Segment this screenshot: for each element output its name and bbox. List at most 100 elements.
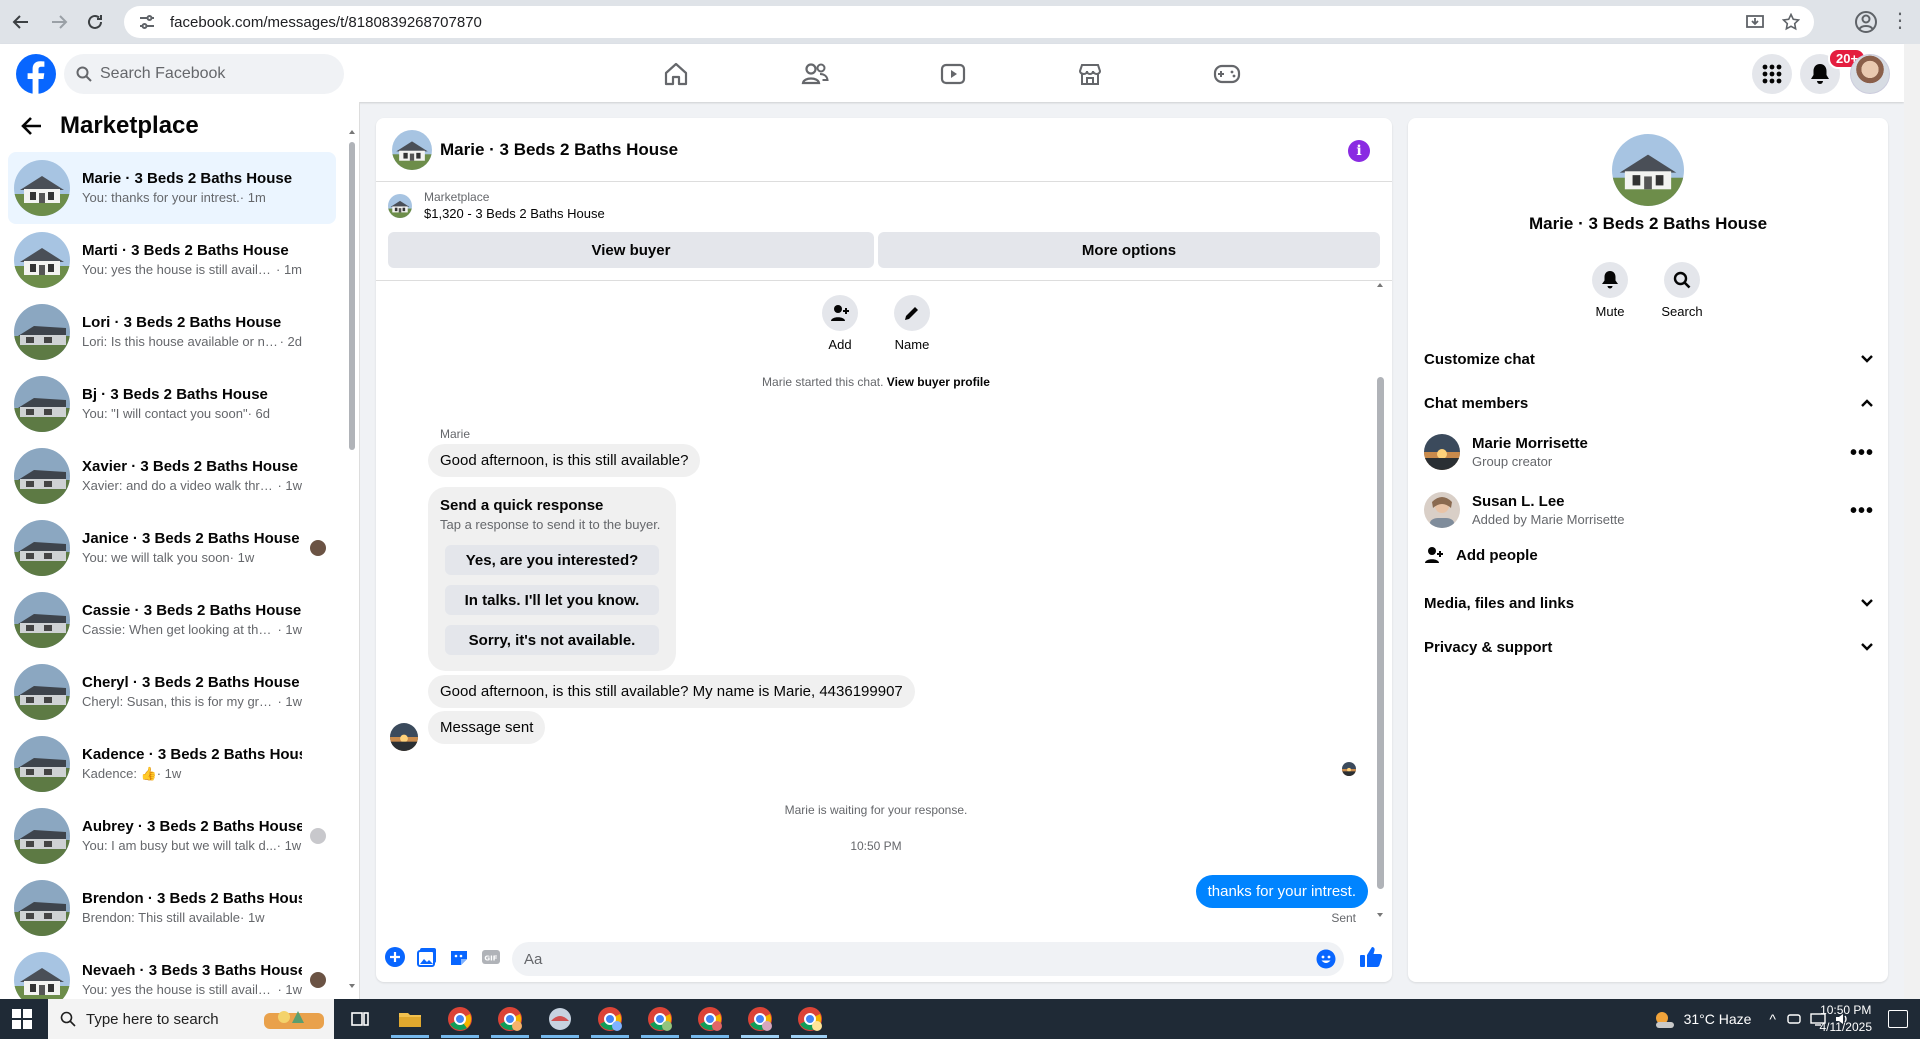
view-buyer-button[interactable]: View buyer bbox=[388, 232, 874, 268]
view-buyer-profile-link[interactable]: View buyer profile bbox=[887, 375, 990, 389]
reload-icon[interactable] bbox=[78, 5, 112, 39]
search-chat-button[interactable]: Search bbox=[1652, 262, 1712, 319]
quick-response-card: Send a quick response Tap a response to … bbox=[428, 487, 676, 671]
page-scrollbar[interactable] bbox=[1904, 44, 1920, 999]
chevron-up-icon[interactable]: ^ bbox=[1769, 1011, 1776, 1027]
action-center-icon[interactable] bbox=[1888, 1010, 1908, 1028]
facebook-search-input[interactable]: Search Facebook bbox=[64, 54, 344, 94]
chrome-icon[interactable] bbox=[446, 1005, 474, 1033]
quick-response-option[interactable]: In talks. I'll let you know. bbox=[445, 585, 659, 615]
menu-grid-icon[interactable] bbox=[1752, 54, 1792, 94]
conversation-name: Marti · 3 Beds 2 Baths House bbox=[82, 242, 289, 259]
like-thumb-icon[interactable] bbox=[1358, 944, 1384, 970]
customize-chat-label: Customize chat bbox=[1424, 350, 1535, 368]
conversation-item[interactable]: Marti · 3 Beds 2 Baths House You: yes the… bbox=[8, 224, 336, 296]
chat-header: Marie · 3 Beds 2 Baths House i bbox=[376, 118, 1392, 182]
browser-menu-icon[interactable]: ⋮ bbox=[1890, 8, 1910, 36]
name-chat-button[interactable]: Name bbox=[882, 295, 942, 352]
task-view-icon[interactable] bbox=[346, 1005, 374, 1033]
sender-avatar[interactable] bbox=[390, 723, 418, 751]
chrome-profile-icon[interactable] bbox=[596, 1005, 624, 1033]
gif-icon[interactable]: GIF bbox=[480, 946, 502, 968]
message-bubble[interactable]: Good afternoon, is this still available? bbox=[428, 444, 701, 477]
meet-icon[interactable] bbox=[1786, 1011, 1802, 1027]
gaming-nav-icon[interactable] bbox=[1207, 54, 1247, 94]
more-options-button[interactable]: More options bbox=[878, 232, 1380, 268]
chrome-profile-icon[interactable] bbox=[496, 1005, 524, 1033]
customize-chat-section[interactable]: Customize chat bbox=[1424, 347, 1874, 371]
watch-nav-icon[interactable] bbox=[933, 54, 973, 94]
chrome-profile-icon[interactable] bbox=[796, 1005, 824, 1033]
conversation-item[interactable]: Kadence · 3 Beds 2 Baths House Kadence: 👍… bbox=[8, 728, 336, 800]
facebook-logo-icon[interactable] bbox=[16, 54, 56, 94]
back-arrow-icon[interactable] bbox=[20, 114, 44, 138]
message-input[interactable]: Aa bbox=[512, 942, 1344, 976]
account-avatar[interactable] bbox=[1850, 54, 1890, 94]
chat-members-section[interactable]: Chat members bbox=[1424, 391, 1874, 415]
conversation-time: · 1w bbox=[156, 766, 182, 781]
windows-start-icon[interactable] bbox=[12, 1009, 32, 1029]
forward-icon[interactable] bbox=[42, 5, 76, 39]
conversation-item[interactable]: Brendon · 3 Beds 2 Baths House Brendon: T… bbox=[8, 872, 336, 944]
bookmark-star-icon[interactable] bbox=[1782, 13, 1800, 31]
site-info-icon[interactable] bbox=[138, 13, 156, 31]
mute-button[interactable]: Mute bbox=[1580, 262, 1640, 319]
search-icon bbox=[1673, 271, 1691, 289]
chrome-profile-icon[interactable] bbox=[646, 1005, 674, 1033]
conversation-thumbnail bbox=[14, 664, 70, 720]
conversation-thumbnail bbox=[14, 376, 70, 432]
taskbar-clock[interactable]: 10:50 PM 4/11/2025 bbox=[1820, 1002, 1873, 1036]
back-icon[interactable] bbox=[4, 5, 38, 39]
marketplace-nav-icon[interactable] bbox=[1070, 54, 1110, 94]
chat-title[interactable]: Marie · 3 Beds 2 Baths House bbox=[440, 140, 678, 160]
home-nav-icon[interactable] bbox=[656, 54, 696, 94]
sidebar-scrollbar[interactable] bbox=[348, 128, 356, 990]
member-row[interactable]: Marie Morrisette Group creator ••• bbox=[1424, 432, 1874, 472]
message-bubble[interactable]: Message sent bbox=[428, 711, 546, 744]
windows-taskbar: Type here to search 31°C Haze ^ 10:50 PM… bbox=[0, 999, 1920, 1039]
weather-icon[interactable] bbox=[1652, 1008, 1676, 1030]
conversation-item[interactable]: Cassie · 3 Beds 2 Baths House Cassie: Whe… bbox=[8, 584, 336, 656]
conversation-thumbnail bbox=[14, 304, 70, 360]
conversation-name: Marie · 3 Beds 2 Baths House bbox=[82, 170, 293, 187]
add-people-button[interactable]: Add people bbox=[1424, 546, 1538, 564]
chat-scrollbar[interactable] bbox=[1375, 281, 1385, 921]
sticker-icon[interactable] bbox=[448, 946, 470, 968]
conversation-item[interactable]: Aubrey · 3 Beds 2 Baths House You: I am b… bbox=[8, 800, 336, 872]
photo-icon[interactable] bbox=[416, 946, 438, 968]
conversation-item[interactable]: Lori · 3 Beds 2 Baths House Lori: Is this… bbox=[8, 296, 336, 368]
privacy-support-section[interactable]: Privacy & support bbox=[1424, 635, 1874, 659]
message-area: Add Name Marie started this chat. View b… bbox=[376, 281, 1392, 925]
chat-avatar[interactable] bbox=[1612, 134, 1684, 206]
more-options-icon[interactable]: ••• bbox=[1850, 500, 1874, 523]
sent-message-bubble[interactable]: thanks for your intrest. bbox=[1195, 875, 1368, 908]
add-member-button[interactable]: Add bbox=[810, 295, 870, 352]
browser-profile-icon[interactable] bbox=[1852, 8, 1880, 36]
listing-info[interactable]: Marketplace $1,320 - 3 Beds 2 Baths Hous… bbox=[388, 190, 605, 221]
info-icon[interactable]: i bbox=[1348, 140, 1370, 162]
emoji-icon[interactable] bbox=[1316, 949, 1336, 969]
quick-response-option[interactable]: Sorry, it's not available. bbox=[445, 625, 659, 655]
chevron-down-icon bbox=[1861, 355, 1873, 363]
more-options-icon[interactable]: ••• bbox=[1850, 442, 1874, 465]
app-icon[interactable] bbox=[546, 1005, 574, 1033]
conversation-item[interactable]: Bj · 3 Beds 2 Baths House You: "I will co… bbox=[8, 368, 336, 440]
friends-nav-icon[interactable] bbox=[795, 54, 835, 94]
plus-circle-icon[interactable] bbox=[384, 946, 406, 968]
weather-text[interactable]: 31°C Haze bbox=[1684, 1011, 1752, 1027]
quick-response-option[interactable]: Yes, are you interested? bbox=[445, 545, 659, 575]
message-bubble[interactable]: Good afternoon, is this still available?… bbox=[428, 675, 915, 708]
facebook-header: Search Facebook 20+ bbox=[0, 44, 1904, 102]
chat-thumbnail[interactable] bbox=[392, 130, 432, 170]
install-app-icon[interactable] bbox=[1746, 13, 1764, 31]
media-files-section[interactable]: Media, files and links bbox=[1424, 591, 1874, 615]
conversation-item[interactable]: Cheryl · 3 Beds 2 Baths House Cheryl: Sus… bbox=[8, 656, 336, 728]
chrome-profile-icon[interactable] bbox=[696, 1005, 724, 1033]
member-row[interactable]: Susan L. Lee Added by Marie Morrisette •… bbox=[1424, 490, 1874, 530]
conversation-item[interactable]: Xavier · 3 Beds 2 Baths House Xavier: and… bbox=[8, 440, 336, 512]
conversation-item[interactable]: Marie · 3 Beds 2 Baths House You: thanks … bbox=[8, 152, 336, 224]
chrome-profile-icon[interactable] bbox=[746, 1005, 774, 1033]
conversation-item[interactable]: Janice · 3 Beds 2 Baths House You: we wil… bbox=[8, 512, 336, 584]
file-explorer-icon[interactable] bbox=[396, 1005, 424, 1033]
address-bar[interactable]: facebook.com/messages/t/8180839268707870 bbox=[124, 6, 1814, 38]
